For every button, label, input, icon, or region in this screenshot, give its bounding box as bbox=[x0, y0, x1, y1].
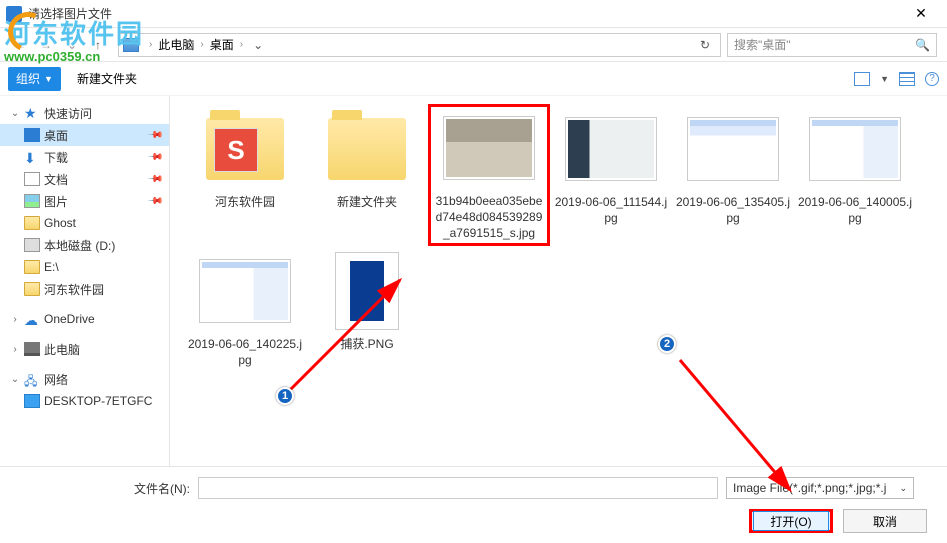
search-icon[interactable]: 🔍 bbox=[915, 38, 930, 52]
sidebar-item-documents[interactable]: 文档📌 bbox=[0, 168, 169, 190]
help-icon[interactable]: ? bbox=[925, 72, 939, 86]
pin-icon: 📌 bbox=[146, 127, 163, 144]
pin-icon: 📌 bbox=[146, 149, 163, 166]
chevron-down-icon: ⌄ bbox=[899, 483, 907, 494]
toolbar: 组织 ▼ 新建文件夹 ▼ ? bbox=[0, 62, 947, 96]
sidebar-item-hedong[interactable]: 河东软件园 bbox=[0, 278, 169, 300]
dialog-footer: 文件名(N): Image File(*.gif;*.png;*.jpg;*.j… bbox=[0, 466, 947, 543]
filename-label: 文件名(N): bbox=[134, 480, 190, 497]
sidebar-item-pictures[interactable]: 图片📌 bbox=[0, 190, 169, 212]
app-icon bbox=[6, 6, 22, 22]
chevron-down-icon: ▼ bbox=[44, 74, 53, 84]
nav-bar: ← → ⌄ ↑ › 此电脑 › 桌面 › ⌄ ↻ 搜索"桌面" 🔍 bbox=[0, 28, 947, 62]
file-type-filter[interactable]: Image File(*.gif;*.png;*.jpg;*.j ⌄ bbox=[726, 477, 914, 499]
sidebar-network[interactable]: 网络 bbox=[0, 368, 169, 390]
file-image-capture[interactable]: 捕获.PNG bbox=[306, 246, 428, 374]
sidebar-item-desktop-pc[interactable]: DESKTOP-7ETGFC bbox=[0, 390, 169, 412]
file-image[interactable]: 2019-06-06_135405.jpg bbox=[672, 104, 794, 246]
open-button[interactable]: 打开(O) bbox=[749, 509, 833, 533]
refresh-icon[interactable]: ↻ bbox=[694, 38, 716, 52]
sidebar-item-ghost[interactable]: Ghost bbox=[0, 212, 169, 234]
annotation-badge-1: 1 bbox=[276, 387, 294, 405]
file-image[interactable]: 2019-06-06_140225.jpg bbox=[184, 246, 306, 374]
chevron-down-icon[interactable]: ▼ bbox=[880, 74, 889, 84]
new-folder-button[interactable]: 新建文件夹 bbox=[69, 67, 145, 91]
annotation-badge-2: 2 bbox=[658, 335, 676, 353]
breadcrumb-dropdown[interactable]: ⌄ bbox=[249, 38, 267, 52]
up-button[interactable]: ↑ bbox=[88, 35, 108, 55]
search-placeholder: 搜索"桌面" bbox=[734, 36, 791, 53]
chevron-right-icon: › bbox=[236, 39, 247, 50]
title-bar: 请选择图片文件 ✕ bbox=[0, 0, 947, 28]
search-input[interactable]: 搜索"桌面" 🔍 bbox=[727, 33, 937, 57]
chevron-right-icon: › bbox=[196, 39, 207, 50]
organize-button[interactable]: 组织 ▼ bbox=[8, 67, 61, 91]
sidebar-this-pc[interactable]: 此电脑 bbox=[0, 338, 169, 360]
pin-icon: 📌 bbox=[146, 193, 163, 210]
view-list-icon[interactable] bbox=[899, 72, 915, 86]
cancel-button[interactable]: 取消 bbox=[843, 509, 927, 533]
breadcrumb[interactable]: › 此电脑 › 桌面 › ⌄ ↻ bbox=[118, 33, 721, 57]
file-folder-new[interactable]: 新建文件夹 bbox=[306, 104, 428, 246]
sidebar-onedrive[interactable]: OneDrive bbox=[0, 308, 169, 330]
sidebar: 快速访问 桌面📌 下载📌 文档📌 图片📌 Ghost 本地磁盘 (D:) E:\… bbox=[0, 96, 170, 466]
sidebar-item-disk-d[interactable]: 本地磁盘 (D:) bbox=[0, 234, 169, 256]
breadcrumb-root[interactable]: 此电脑 bbox=[158, 36, 194, 53]
pc-icon bbox=[123, 38, 139, 52]
sidebar-item-downloads[interactable]: 下载📌 bbox=[0, 146, 169, 168]
file-folder-hedong[interactable]: S 河东软件园 bbox=[184, 104, 306, 246]
forward-button: → bbox=[36, 35, 56, 55]
chevron-right-icon: › bbox=[145, 39, 156, 50]
file-image[interactable]: 2019-06-06_140005.jpg bbox=[794, 104, 916, 246]
sidebar-quick-access[interactable]: 快速访问 bbox=[0, 102, 169, 124]
sidebar-item-e[interactable]: E:\ bbox=[0, 256, 169, 278]
recent-dropdown[interactable]: ⌄ bbox=[62, 35, 82, 55]
pin-icon: 📌 bbox=[146, 171, 163, 188]
file-image[interactable]: 2019-06-06_111544.jpg bbox=[550, 104, 672, 246]
file-image-selected[interactable]: 31b94b0eea035ebed74e48d084539289_a769151… bbox=[428, 104, 550, 246]
window-title: 请选择图片文件 bbox=[28, 5, 901, 22]
file-list: S 河东软件园 新建文件夹 31b94b0eea035ebed74e48d084… bbox=[170, 96, 947, 466]
filename-input[interactable] bbox=[198, 477, 718, 499]
close-icon[interactable]: ✕ bbox=[901, 5, 941, 22]
view-large-icon[interactable] bbox=[854, 72, 870, 86]
breadcrumb-current[interactable]: 桌面 bbox=[210, 36, 234, 53]
sidebar-item-desktop[interactable]: 桌面📌 bbox=[0, 124, 169, 146]
back-button[interactable]: ← bbox=[10, 35, 30, 55]
